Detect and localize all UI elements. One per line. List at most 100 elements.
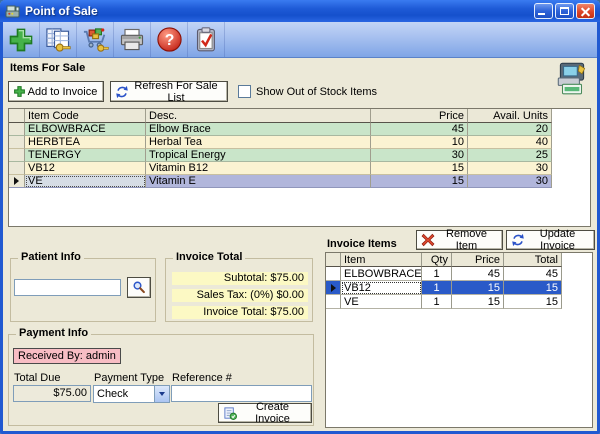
show-out-of-stock-checkbox[interactable]	[238, 85, 251, 98]
cell-price[interactable]: 15	[371, 175, 468, 188]
cell-code[interactable]: ELBOWBRACE	[25, 123, 146, 136]
refresh-for-sale-list-button[interactable]: Refresh For Sale List	[110, 81, 228, 102]
table-row[interactable]: VB12 Vitamin B12 15 30	[9, 162, 590, 175]
patient-info-title: Patient Info	[18, 251, 84, 263]
toolbar: ?	[3, 22, 597, 58]
cell-price[interactable]: 10	[371, 136, 468, 149]
payment-info-title: Payment Info	[16, 327, 91, 339]
cell-price[interactable]: 45	[452, 267, 504, 281]
table-row-selected[interactable]: VB12 1 15 15	[326, 281, 592, 295]
table-row[interactable]: VE 1 15 15	[326, 295, 592, 309]
col-price[interactable]: Price	[371, 109, 468, 123]
remove-item-label: Remove Item	[435, 228, 498, 252]
cell-code[interactable]: VE	[25, 175, 146, 188]
toolbar-print-button[interactable]	[114, 22, 151, 57]
table-row[interactable]: ELBOWBRACE Elbow Brace 45 20	[9, 123, 590, 136]
cell-qty[interactable]: 1	[422, 267, 452, 281]
cell-price[interactable]: 30	[371, 149, 468, 162]
col-item-code[interactable]: Item Code	[25, 109, 146, 123]
patient-search-button[interactable]	[127, 277, 151, 298]
toolbar-add-button[interactable]	[3, 22, 40, 57]
maximize-button[interactable]	[555, 3, 574, 19]
search-icon	[132, 280, 146, 295]
table-row[interactable]: HERBTEA Herbal Tea 10 40	[9, 136, 590, 149]
pos-terminal-icon	[553, 60, 591, 96]
table-row-selected[interactable]: VE Vitamin E 15 30	[9, 175, 590, 188]
cell-price[interactable]: 15	[452, 295, 504, 309]
create-invoice-icon	[223, 406, 238, 421]
cell-avail[interactable]: 25	[468, 149, 552, 162]
print-icon	[118, 26, 146, 54]
remove-item-button[interactable]: Remove Item	[416, 230, 503, 250]
cell-desc[interactable]: Vitamin B12	[146, 162, 371, 175]
reference-input[interactable]	[171, 385, 312, 402]
cell-qty[interactable]: 1	[422, 281, 452, 295]
cell-desc[interactable]: Elbow Brace	[146, 123, 371, 136]
cell-avail[interactable]: 40	[468, 136, 552, 149]
table-row[interactable]: ELBOWBRACE 1 45 45	[326, 267, 592, 281]
payment-type-label: Payment Type	[94, 372, 164, 384]
col-avail-units[interactable]: Avail. Units	[468, 109, 552, 123]
update-invoice-button[interactable]: Update Invoice	[506, 230, 595, 250]
col-desc[interactable]: Desc.	[146, 109, 371, 123]
cell-desc[interactable]: Tropical Energy	[146, 149, 371, 162]
payment-type-select[interactable]: Check	[93, 385, 170, 403]
cell-code[interactable]: TENERGY	[25, 149, 146, 162]
cell-desc[interactable]: Herbal Tea	[146, 136, 371, 149]
cell-avail[interactable]: 30	[468, 162, 552, 175]
sales-tax-value: Sales Tax: (0%) $0.00	[172, 289, 308, 302]
row-selector-arrow-icon	[331, 284, 336, 292]
add-to-invoice-button[interactable]: Add to Invoice	[8, 81, 104, 102]
minimize-icon	[538, 13, 545, 15]
col-total[interactable]: Total	[504, 253, 562, 267]
invoice-total-value: Invoice Total: $75.00	[172, 306, 308, 319]
table-row[interactable]: TENERGY Tropical Energy 30 25	[9, 149, 590, 162]
add-to-invoice-label: Add to Invoice	[26, 86, 99, 98]
create-invoice-button[interactable]: Create Invoice	[218, 403, 312, 423]
cell-item[interactable]: ELBOWBRACE	[341, 267, 422, 281]
cell-price[interactable]: 15	[452, 281, 504, 295]
cell-total[interactable]: 45	[504, 267, 562, 281]
col-price[interactable]: Price	[452, 253, 504, 267]
cell-code[interactable]: VB12	[25, 162, 146, 175]
titlebar[interactable]: Point of Sale	[0, 0, 600, 22]
col-qty[interactable]: Qty	[422, 253, 452, 267]
add-icon	[7, 26, 35, 54]
toolbar-checklist-button[interactable]	[188, 22, 225, 57]
patient-search-input[interactable]	[14, 279, 121, 296]
cell-total[interactable]: 15	[504, 295, 562, 309]
close-button[interactable]	[576, 3, 595, 19]
cell-avail[interactable]: 30	[468, 175, 552, 188]
cell-price[interactable]: 15	[371, 162, 468, 175]
cell-qty[interactable]: 1	[422, 295, 452, 309]
svg-text:?: ?	[164, 32, 174, 49]
remove-x-icon	[421, 233, 435, 247]
add-icon	[13, 85, 26, 98]
cell-price[interactable]: 45	[371, 123, 468, 136]
item-list-icon	[44, 26, 72, 54]
refresh-icon	[511, 233, 525, 247]
cell-total[interactable]: 15	[504, 281, 562, 295]
dropdown-button[interactable]	[154, 386, 169, 402]
cell-item[interactable]: VB12	[341, 281, 422, 295]
items-for-sale-title: Items For Sale	[10, 62, 85, 74]
cell-item[interactable]: VE	[341, 295, 422, 309]
toolbar-item-list-button[interactable]	[40, 22, 77, 57]
total-due-label: Total Due	[14, 372, 60, 384]
pos-window: Point of Sale	[0, 0, 600, 434]
invoice-items-grid[interactable]: Item Qty Price Total ELBOWBRACE 1 45 45 …	[325, 252, 593, 428]
patient-info-group: Patient Info	[10, 258, 156, 322]
cell-code[interactable]: HERBTEA	[25, 136, 146, 149]
invoice-items-title: Invoice Items	[327, 238, 397, 250]
close-icon	[577, 4, 594, 18]
items-for-sale-grid[interactable]: Item Code Desc. Price Avail. Units ELBOW…	[8, 108, 591, 227]
col-item[interactable]: Item	[341, 253, 422, 267]
received-by-badge: Received By: admin	[13, 348, 121, 364]
cell-desc[interactable]: Vitamin E	[146, 175, 371, 188]
toolbar-help-button[interactable]: ?	[151, 22, 188, 57]
cell-avail[interactable]: 20	[468, 123, 552, 136]
update-invoice-label: Update Invoice	[525, 228, 590, 252]
create-invoice-label: Create Invoice	[238, 401, 307, 425]
minimize-button[interactable]	[534, 3, 553, 19]
toolbar-cart-button[interactable]	[77, 22, 114, 57]
